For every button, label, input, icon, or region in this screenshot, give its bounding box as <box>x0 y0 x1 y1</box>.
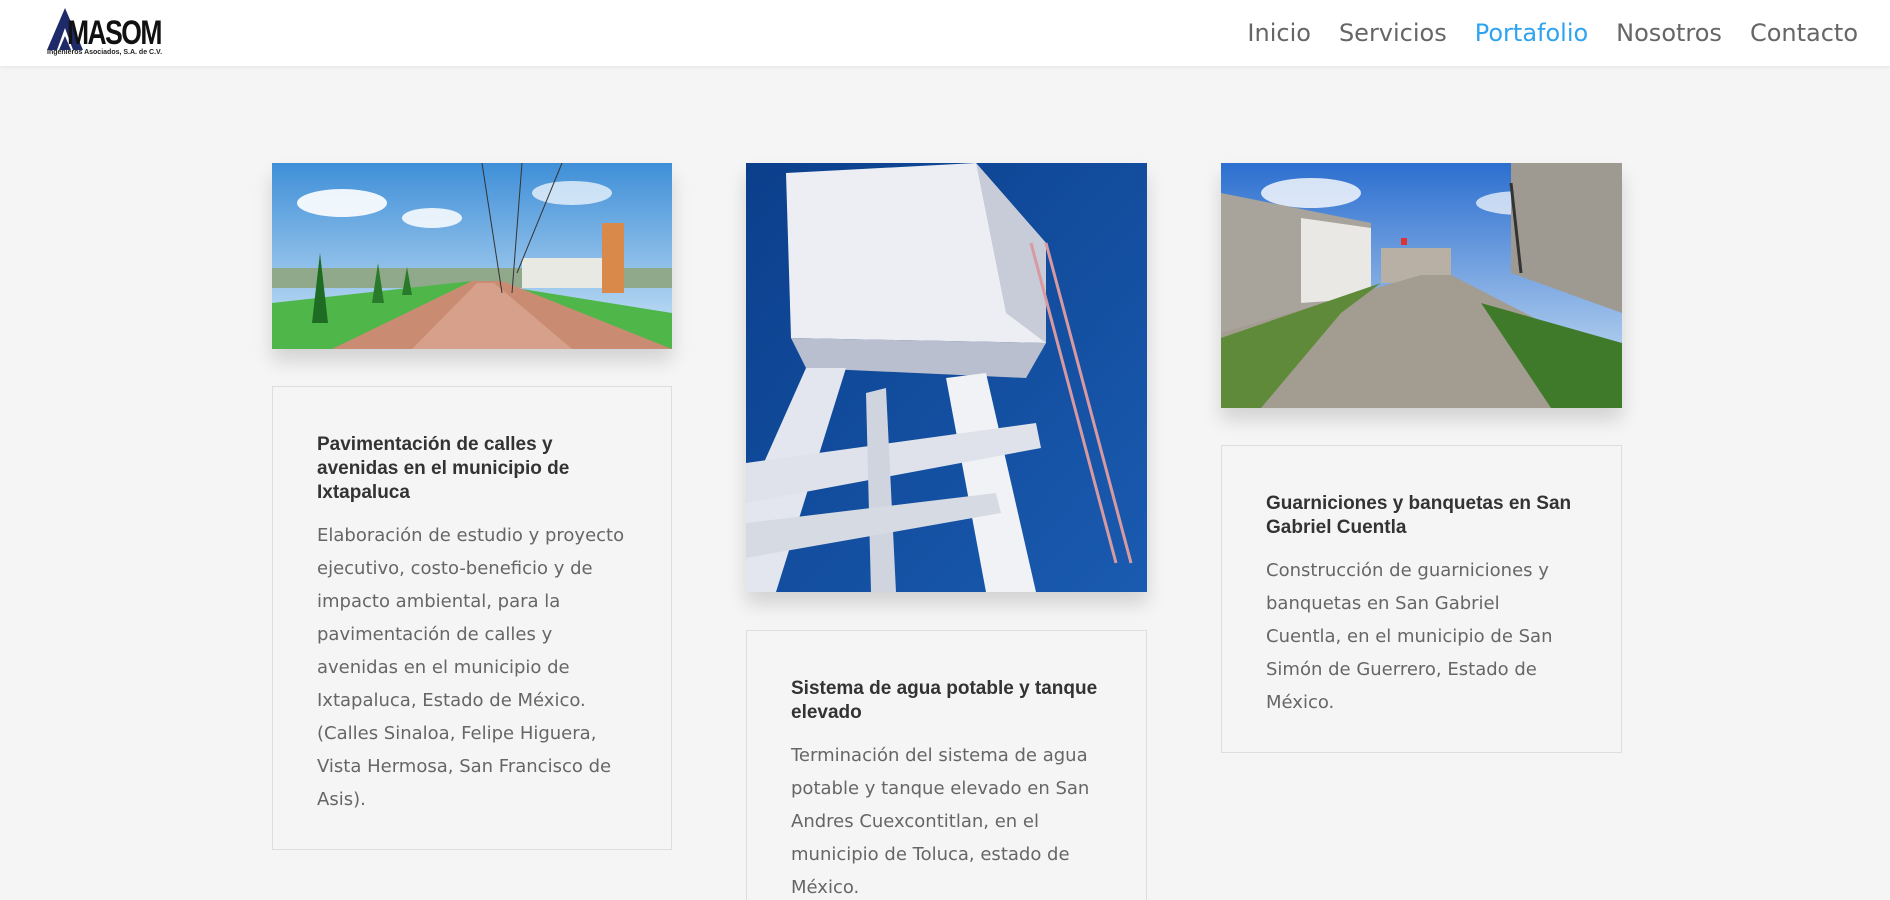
project-title[interactable]: Guarniciones y banquetas en San Gabriel … <box>1266 492 1577 540</box>
nav-contacto[interactable]: Contacto <box>1750 18 1858 48</box>
logo-wordmark: MASOM <box>67 14 162 52</box>
project-title[interactable]: Sistema de agua potable y tanque elevado <box>791 677 1102 725</box>
logo-tagline: Ingenieros Asociados, S.A. de C.V. <box>47 49 163 56</box>
project-description: Construcción de guarniciones y banquetas… <box>1266 560 1553 713</box>
nav-portafolio[interactable]: Portafolio <box>1475 18 1588 48</box>
project-title[interactable]: Pavimentación de calles y avenidas en el… <box>317 433 627 505</box>
project-photo-road-ixtapaluca[interactable] <box>272 163 672 349</box>
nav-nosotros[interactable]: Nosotros <box>1616 18 1722 48</box>
main-nav: Inicio Servicios Portafolio Nosotros Con… <box>1247 18 1858 48</box>
project-card-water-tank: Sistema de agua potable y tanque elevado… <box>746 630 1147 900</box>
project-card-ixtapaluca: Pavimentación de calles y avenidas en el… <box>272 386 672 850</box>
nav-inicio[interactable]: Inicio <box>1247 18 1311 48</box>
nav-servicios[interactable]: Servicios <box>1339 18 1447 48</box>
company-logo[interactable]: MASOM Ingenieros Asociados, S.A. de C.V. <box>45 4 163 58</box>
project-description: Elaboración de estudio y proyecto ejecut… <box>317 525 625 810</box>
project-card-sidewalks: Guarniciones y banquetas en San Gabriel … <box>1221 445 1622 753</box>
project-photo-water-tank[interactable] <box>746 163 1147 592</box>
project-photo-sidewalks[interactable] <box>1221 163 1622 408</box>
project-description: Terminación del sistema de agua potable … <box>791 745 1090 898</box>
site-header: MASOM Ingenieros Asociados, S.A. de C.V.… <box>0 0 1890 66</box>
